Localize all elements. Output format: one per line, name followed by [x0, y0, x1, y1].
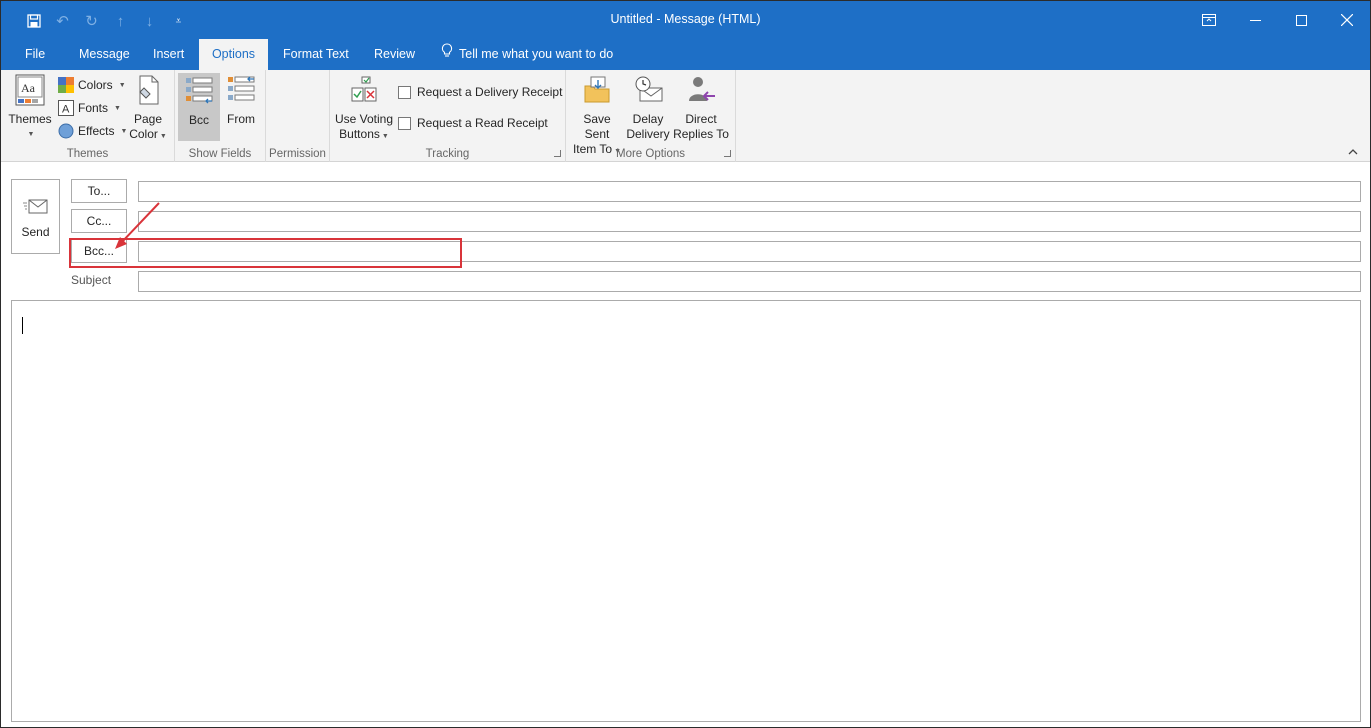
tell-me-label: Tell me what you want to do: [459, 47, 614, 61]
to-field[interactable]: [138, 181, 1361, 202]
read-receipt-label: Request a Read Receipt: [417, 116, 548, 130]
colors-label: Colors: [78, 78, 113, 92]
direct-label-1: Direct: [685, 112, 717, 126]
read-receipt-checkbox[interactable]: Request a Read Receipt: [398, 113, 548, 133]
themes-group-label: Themes: [66, 148, 109, 160]
tracking-group: Use Voting Buttons ▼ Request a Delivery R…: [330, 70, 566, 162]
page-color-label-2: Color: [129, 127, 158, 141]
tab-insert[interactable]: Insert: [141, 39, 196, 70]
delay-label-1: Delay: [632, 112, 664, 126]
use-voting-buttons-button[interactable]: Use Voting Buttons ▼: [333, 74, 395, 144]
bcc-field-icon: [183, 75, 215, 107]
chevron-down-icon: ▼: [27, 131, 35, 138]
svg-text:Aa: Aa: [21, 81, 36, 95]
permission-group-label: Permission: [269, 148, 326, 160]
save-sent-label-1: Save Sent: [583, 112, 611, 141]
fonts-icon: A: [58, 100, 74, 116]
more-options-dialog-launcher-icon[interactable]: [724, 150, 731, 157]
collapse-ribbon-icon[interactable]: [1348, 147, 1358, 158]
chevron-down-icon: ▼: [381, 133, 389, 140]
window-title: Untitled - Message (HTML): [610, 12, 761, 26]
subject-field[interactable]: [138, 271, 1361, 292]
subject-label: Subject: [71, 273, 112, 287]
effects-label: Effects: [78, 124, 115, 138]
outlook-message-window: ↶ ↻ ↑ ↓ ⩡ Untitled - Message (HTML) File…: [0, 0, 1371, 728]
annotation-arrow-icon: [115, 202, 160, 249]
direct-label-2: Replies To: [673, 127, 729, 141]
save-sent-item-to-button[interactable]: Save Sent Item To ▼: [570, 74, 624, 159]
delay-label-2: Delivery: [626, 127, 670, 141]
svg-text:A: A: [62, 104, 70, 116]
effects-icon: [58, 123, 74, 139]
read-receipt-check[interactable]: [398, 116, 411, 130]
save-sent-item-icon: [581, 74, 613, 106]
from-toggle-label: From: [227, 112, 255, 126]
voting-label-1: Use Voting: [334, 112, 394, 126]
cc-field[interactable]: [138, 211, 1361, 232]
voting-label-2: Buttons: [339, 127, 380, 141]
send-button[interactable]: Send: [11, 179, 60, 254]
more-options-group: Save Sent Item To ▼ Delay Delivery Direct…: [566, 70, 736, 162]
tracking-dialog-launcher-icon[interactable]: [554, 150, 561, 157]
delivery-receipt-checkbox[interactable]: Request a Delivery Receipt: [398, 82, 562, 102]
tell-me-search[interactable]: Tell me what you want to do: [441, 39, 613, 70]
lightbulb-icon: [441, 39, 453, 70]
title-bar: ↶ ↻ ↑ ↓ ⩡ Untitled - Message (HTML): [1, 1, 1370, 39]
page-color-label-1: Page: [133, 112, 163, 126]
direct-replies-icon: [685, 74, 717, 106]
minimize-icon[interactable]: [1232, 1, 1278, 39]
page-color-button[interactable]: Page Color ▼: [126, 74, 170, 144]
tracking-group-label: Tracking: [425, 148, 470, 160]
ribbon-display-options-icon[interactable]: [1186, 1, 1232, 39]
tab-options[interactable]: Options: [199, 39, 268, 70]
ribbon-tab-row: File Message Insert Options Format Text …: [1, 39, 1370, 70]
tab-message[interactable]: Message: [67, 39, 142, 70]
from-toggle-button[interactable]: From: [223, 74, 259, 127]
delivery-receipt-check[interactable]: [398, 85, 411, 99]
permission-group: Permission: [266, 70, 330, 162]
chevron-down-icon: ▼: [114, 104, 121, 112]
bcc-toggle-button[interactable]: Bcc: [178, 73, 220, 141]
chevron-down-icon: ▼: [118, 81, 126, 89]
voting-buttons-icon: [348, 74, 380, 106]
show-fields-group: Bcc From Show Fields: [175, 70, 266, 162]
themes-button[interactable]: Aa Themes ▼: [7, 74, 53, 142]
themes-label: Themes: [8, 112, 52, 126]
more-options-group-label: More Options: [615, 148, 686, 160]
effects-button[interactable]: Effects ▼: [58, 121, 127, 141]
delivery-receipt-label: Request a Delivery Receipt: [417, 85, 563, 99]
close-icon[interactable]: [1324, 1, 1370, 39]
tab-format-text[interactable]: Format Text: [271, 39, 361, 70]
ribbon: Aa Themes ▼ Colors ▼ A Fonts ▼ Effects ▼…: [1, 70, 1370, 162]
maximize-icon[interactable]: [1278, 1, 1324, 39]
show-fields-group-label: Show Fields: [188, 148, 252, 160]
message-body[interactable]: [11, 300, 1361, 722]
delay-delivery-button[interactable]: Delay Delivery: [626, 74, 670, 142]
themes-icon: Aa: [14, 74, 46, 106]
chevron-down-icon: ▼: [159, 133, 167, 140]
fonts-button[interactable]: A Fonts ▼: [58, 98, 121, 118]
from-field-icon: [225, 74, 257, 106]
send-label: Send: [21, 225, 50, 239]
tab-review[interactable]: Review: [362, 39, 427, 70]
colors-icon: [58, 77, 74, 93]
send-icon: [12, 198, 59, 219]
fonts-label: Fonts: [78, 101, 109, 115]
themes-group: Aa Themes ▼ Colors ▼ A Fonts ▼ Effects ▼…: [1, 70, 175, 162]
direct-replies-to-button[interactable]: Direct Replies To: [672, 74, 730, 142]
bcc-toggle-label: Bcc: [188, 113, 209, 127]
colors-button[interactable]: Colors ▼: [58, 75, 126, 95]
page-color-icon: [132, 74, 164, 106]
delay-delivery-icon: [632, 74, 664, 106]
window-controls: [1186, 1, 1370, 39]
tab-file[interactable]: File: [13, 39, 57, 70]
text-cursor: [22, 317, 23, 334]
